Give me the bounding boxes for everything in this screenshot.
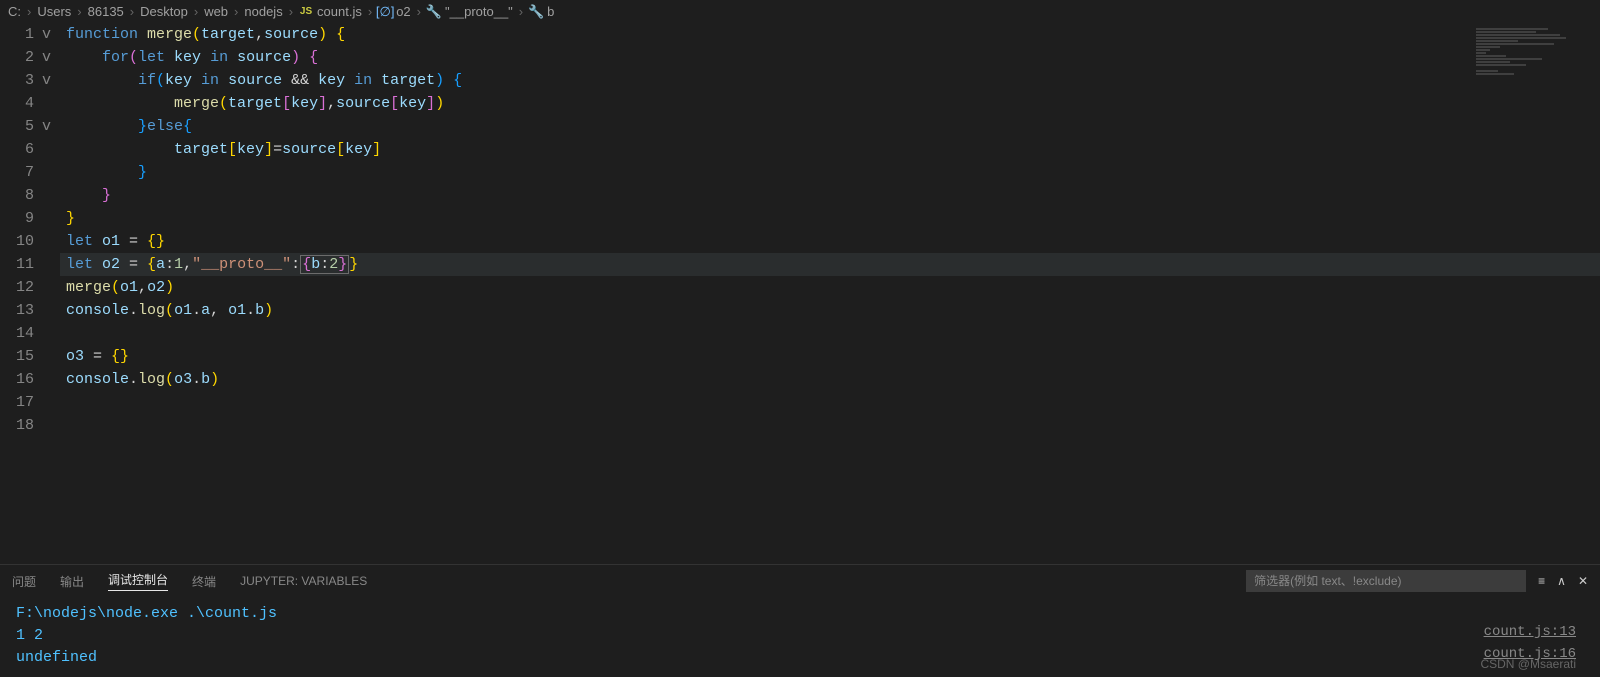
crumb-symbol-proto[interactable]: 🔧 "__proto__" — [427, 4, 513, 19]
console-line: 1 2 — [16, 625, 1584, 647]
crumb-symbol-b[interactable]: 🔧 b — [529, 4, 554, 19]
crumb-file-label: count.js — [317, 4, 362, 19]
chevron-up-icon[interactable]: ∧ — [1557, 574, 1566, 588]
crumb-86135[interactable]: 86135 — [88, 4, 124, 19]
code-line: target[key]=source[key] — [60, 138, 1600, 161]
source-location-link[interactable]: count.js:13 — [1484, 621, 1576, 643]
chevron-right-icon: › — [289, 4, 293, 19]
console-command: F:\nodejs\node.exe .\count.js — [16, 603, 1584, 625]
code-line: function merge(target,source) { — [60, 23, 1600, 46]
chevron-right-icon: › — [77, 4, 81, 19]
filter-settings-icon[interactable]: ≡ — [1538, 574, 1545, 588]
code-line — [60, 391, 1600, 414]
chevron-right-icon: › — [519, 4, 523, 19]
code-line: } — [60, 161, 1600, 184]
crumb-drive[interactable]: C: — [8, 4, 21, 19]
tab-jupyter-variables[interactable]: JUPYTER: VARIABLES — [240, 574, 367, 588]
crumb-file[interactable]: JS count.js — [299, 4, 362, 19]
chevron-right-icon: › — [130, 4, 134, 19]
tab-output[interactable]: 输出 — [60, 573, 84, 590]
debug-console-output[interactable]: F:\nodejs\node.exe .\count.js 1 2 undefi… — [0, 597, 1600, 677]
tab-debug-console[interactable]: 调试控制台 — [108, 571, 168, 591]
code-line: if(key in source && key in target) { — [60, 69, 1600, 92]
crumb-sym-label: o2 — [396, 4, 410, 19]
chevron-right-icon: › — [417, 4, 421, 19]
breadcrumb: C:› Users› 86135› Desktop› web› nodejs› … — [0, 0, 1600, 23]
crumb-sym-label: b — [547, 4, 554, 19]
crumb-sym-label: "__proto__" — [445, 4, 513, 19]
bottom-panel: 问题 输出 调试控制台 终端 JUPYTER: VARIABLES ≡ ∧ ✕ … — [0, 564, 1600, 677]
js-file-icon: JS — [299, 5, 313, 19]
code-line: o3 = {} — [60, 345, 1600, 368]
chevron-right-icon: › — [194, 4, 198, 19]
code-line: let o1 = {} — [60, 230, 1600, 253]
line-number-gutter: 1 2 3 4 5 6 7 8 9 10 11 12 13 14 15 16 1… — [0, 23, 42, 564]
code-content[interactable]: function merge(target,source) { for(let … — [60, 23, 1600, 564]
editor[interactable]: 1 2 3 4 5 6 7 8 9 10 11 12 13 14 15 16 1… — [0, 23, 1600, 564]
code-line: console.log(o3.b) — [60, 368, 1600, 391]
code-line: merge(o1,o2) — [60, 276, 1600, 299]
code-line-active: let o2 = {a:1,"__proto__":{b:2}} — [60, 253, 1600, 276]
filter-input[interactable] — [1246, 570, 1526, 592]
minimap[interactable] — [1476, 27, 1596, 87]
code-line: for(let key in source) { — [60, 46, 1600, 69]
chevron-right-icon: › — [234, 4, 238, 19]
wrench-icon: 🔧 — [427, 5, 441, 19]
code-line: }else{ — [60, 115, 1600, 138]
tab-terminal[interactable]: 终端 — [192, 573, 216, 590]
code-line — [60, 322, 1600, 345]
crumb-web[interactable]: web — [204, 4, 228, 19]
crumb-desktop[interactable]: Desktop — [140, 4, 188, 19]
watermark: CSDN @Msaerati — [1480, 653, 1576, 675]
crumb-nodejs[interactable]: nodejs — [244, 4, 282, 19]
code-line — [60, 414, 1600, 437]
console-line: undefined — [16, 647, 1584, 669]
tab-problems[interactable]: 问题 — [12, 573, 36, 590]
close-icon[interactable]: ✕ — [1578, 574, 1588, 588]
wrench-icon: 🔧 — [529, 5, 543, 19]
crumb-users[interactable]: Users — [37, 4, 71, 19]
code-line: } — [60, 207, 1600, 230]
crumb-symbol-o2[interactable]: [∅] o2 — [378, 4, 410, 19]
code-line: } — [60, 184, 1600, 207]
fold-gutter[interactable]: v v v v — [42, 23, 60, 564]
object-icon: [∅] — [378, 5, 392, 19]
chevron-right-icon: › — [368, 4, 372, 19]
code-line: merge(target[key],source[key]) — [60, 92, 1600, 115]
code-line: console.log(o1.a, o1.b) — [60, 299, 1600, 322]
chevron-right-icon: › — [27, 4, 31, 19]
